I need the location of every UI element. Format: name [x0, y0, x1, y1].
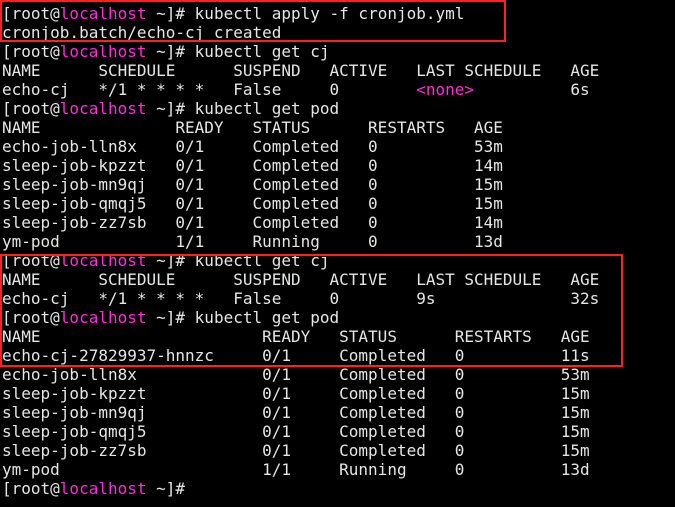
prompt-user: [root@ [2, 42, 60, 61]
terminal-output[interactable]: [root@localhost ~]# kubectl apply -f cro… [2, 4, 673, 498]
command-text: kubectl get cj [194, 251, 330, 270]
prompt-hostname: localhost [59, 479, 147, 498]
prompt-line: [root@localhost ~]# [2, 479, 673, 498]
prompt-path: ~]# [146, 251, 195, 270]
prompt-line: [root@localhost ~]# kubectl get pod [2, 99, 673, 118]
output-line: ym-pod 1/1 Running 0 13d [2, 232, 673, 251]
output-text: echo-cj */1 * * * * False 0 9s 32s [2, 289, 600, 308]
prompt-path: ~]# [146, 308, 195, 327]
prompt-hostname: localhost [59, 4, 147, 23]
prompt-user: [root@ [2, 479, 60, 498]
prompt-user: [root@ [2, 308, 60, 327]
prompt-path: ~]# [146, 479, 195, 498]
output-text: sleep-job-qmqj5 0/1 Completed 0 15m [2, 194, 503, 213]
output-text: sleep-job-zz7sb 0/1 Completed 0 15m [2, 441, 590, 460]
output-text: sleep-job-mn9qj 0/1 Completed 0 15m [2, 403, 590, 422]
prompt-user: [root@ [2, 4, 60, 23]
prompt-line: [root@localhost ~]# kubectl get pod [2, 308, 673, 327]
prompt-line: [root@localhost ~]# kubectl apply -f cro… [2, 4, 673, 23]
output-text: NAME READY STATUS RESTARTS AGE [2, 118, 503, 137]
output-text: echo-cj-27829937-hnnzc 0/1 Completed 0 1… [2, 346, 590, 365]
output-text: echo-cj */1 * * * * False 0 [2, 80, 417, 99]
output-line: sleep-job-kpzzt 0/1 Completed 0 15m [2, 384, 673, 403]
output-text: NAME SCHEDULE SUSPEND ACTIVE LAST SCHEDU… [2, 270, 600, 289]
output-text: sleep-job-zz7sb 0/1 Completed 0 14m [2, 213, 503, 232]
output-text: echo-job-lln8x 0/1 Completed 0 53m [2, 137, 503, 156]
prompt-path: ~]# [146, 99, 195, 118]
prompt-user: [root@ [2, 99, 60, 118]
command-text: kubectl get pod [194, 308, 340, 327]
prompt-line: [root@localhost ~]# kubectl get cj [2, 42, 673, 61]
prompt-hostname: localhost [59, 251, 147, 270]
prompt-line: [root@localhost ~]# kubectl get cj [2, 251, 673, 270]
output-line: sleep-job-kpzzt 0/1 Completed 0 14m [2, 156, 673, 175]
output-line: NAME SCHEDULE SUSPEND ACTIVE LAST SCHEDU… [2, 270, 673, 289]
output-line: echo-cj-27829937-hnnzc 0/1 Completed 0 1… [2, 346, 673, 365]
output-line: sleep-job-qmqj5 0/1 Completed 0 15m [2, 422, 673, 441]
output-text: sleep-job-kpzzt 0/1 Completed 0 15m [2, 384, 590, 403]
prompt-hostname: localhost [59, 99, 147, 118]
command-text: kubectl apply -f cronjob.yml [194, 4, 465, 23]
output-line: cronjob.batch/echo-cj created [2, 23, 673, 42]
output-line: sleep-job-mn9qj 0/1 Completed 0 15m [2, 403, 673, 422]
output-line: NAME READY STATUS RESTARTS AGE [2, 327, 673, 346]
output-text: NAME SCHEDULE SUSPEND ACTIVE LAST SCHEDU… [2, 61, 600, 80]
prompt-hostname: localhost [59, 42, 147, 61]
output-line: ym-pod 1/1 Running 0 13d [2, 460, 673, 479]
output-text: ym-pod 1/1 Running 0 13d [2, 232, 503, 251]
output-text: ym-pod 1/1 Running 0 13d [2, 460, 590, 479]
output-text: echo-job-lln8x 0/1 Completed 0 53m [2, 365, 590, 384]
output-text: NAME READY STATUS RESTARTS AGE [2, 327, 590, 346]
output-line: echo-cj */1 * * * * False 0 <none> 6s [2, 80, 673, 99]
output-line: sleep-job-zz7sb 0/1 Completed 0 15m [2, 441, 673, 460]
output-line: sleep-job-qmqj5 0/1 Completed 0 15m [2, 194, 673, 213]
output-line: sleep-job-zz7sb 0/1 Completed 0 14m [2, 213, 673, 232]
output-line: NAME READY STATUS RESTARTS AGE [2, 118, 673, 137]
output-text: cronjob.batch/echo-cj created [2, 23, 282, 42]
output-text: sleep-job-qmqj5 0/1 Completed 0 15m [2, 422, 590, 441]
output-line: NAME SCHEDULE SUSPEND ACTIVE LAST SCHEDU… [2, 61, 673, 80]
output-text: sleep-job-kpzzt 0/1 Completed 0 14m [2, 156, 503, 175]
output-line: echo-job-lln8x 0/1 Completed 0 53m [2, 137, 673, 156]
none-value: <none> [416, 80, 475, 99]
prompt-user: [root@ [2, 251, 60, 270]
prompt-hostname: localhost [59, 308, 147, 327]
output-line: echo-cj */1 * * * * False 0 9s 32s [2, 289, 673, 308]
output-line: sleep-job-mn9qj 0/1 Completed 0 15m [2, 175, 673, 194]
prompt-path: ~]# [146, 42, 195, 61]
output-text: sleep-job-mn9qj 0/1 Completed 0 15m [2, 175, 503, 194]
output-line: echo-job-lln8x 0/1 Completed 0 53m [2, 365, 673, 384]
command-text: kubectl get cj [194, 42, 330, 61]
output-text: 6s [474, 80, 590, 99]
command-text: kubectl get pod [194, 99, 340, 118]
prompt-path: ~]# [146, 4, 195, 23]
